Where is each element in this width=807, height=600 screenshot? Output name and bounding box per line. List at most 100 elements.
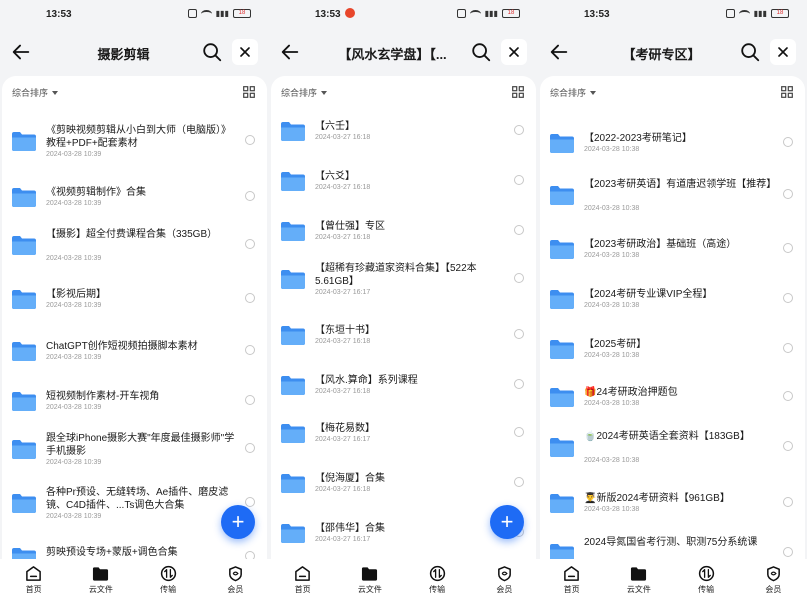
nfc-icon — [725, 9, 735, 18]
nav-tab-label: 会员 — [496, 585, 513, 594]
select-radio[interactable] — [514, 329, 524, 339]
select-radio[interactable] — [783, 137, 793, 147]
item-date: 2024-03-28 10:39 — [46, 354, 102, 361]
nav-tab-home[interactable]: 首页 — [0, 559, 67, 600]
nav-tab-home[interactable]: 首页 — [269, 559, 336, 600]
select-radio[interactable] — [245, 551, 255, 559]
select-radio[interactable] — [783, 189, 793, 199]
file-list-card: 综合排序 【2022-2023考研笔记】 2024-03-28 10:38 【202… — [540, 76, 805, 559]
nav-tab-label: 首页 — [25, 585, 42, 594]
nav-tab-cloud-folder[interactable]: 云文件 — [336, 559, 403, 600]
battery-icon: 18 — [233, 9, 251, 18]
list-item[interactable]: 🍵2024考研英语全套资料【183GB】 2024-03-28 10:38 — [540, 422, 805, 470]
list-item[interactable]: 《剪映视频剪辑从小白到大师（电脑版）》教程+PDF+配套素材 2024-03-28… — [2, 116, 267, 164]
sort-dropdown[interactable]: 综合排序 — [281, 86, 328, 99]
select-radio[interactable] — [514, 225, 524, 235]
nfc-icon — [456, 9, 466, 18]
search-icon[interactable] — [739, 41, 761, 63]
item-name: 【2025考研】 — [584, 339, 647, 350]
grid-view-icon[interactable] — [781, 86, 793, 98]
list-item[interactable]: ChatGPT创作短视频拍摄脚本素材 2024-03-28 10:39 — [2, 326, 267, 374]
select-radio[interactable] — [783, 293, 793, 303]
select-radio[interactable] — [783, 391, 793, 401]
list-item[interactable]: 【2025考研】 2024-03-28 10:38 — [540, 324, 805, 372]
select-radio[interactable] — [514, 379, 524, 389]
nav-tab-transfer[interactable]: 传输 — [404, 559, 471, 600]
list-item[interactable]: 👨‍🎓新版2024考研资料【961GB】 2024-03-28 10:38 — [540, 478, 805, 526]
list-item[interactable]: 🎁24考研政治押题包 2024-03-28 10:38 — [540, 372, 805, 420]
folder-icon — [550, 186, 574, 205]
item-name: 👨‍🎓新版2024考研资料【961GB】 — [584, 493, 730, 504]
select-radio[interactable] — [514, 273, 524, 283]
list-item[interactable]: 【2023考研政治】基础班（高途） 2024-03-28 10:38 — [540, 224, 805, 272]
select-radio[interactable] — [514, 477, 524, 487]
sort-dropdown[interactable]: 综合排序 — [550, 86, 597, 99]
nav-tab-member[interactable]: 会员 — [471, 559, 538, 600]
list-item[interactable]: 剪映预设专场+蒙版+调色合集 — [2, 532, 267, 559]
screen-fengshui: 13:53 ▮▮▮ 18 【风水玄学盘】【... 综合排序 【六壬】 2024-0… — [269, 0, 538, 600]
top-bar: 摄影剪辑 — [0, 30, 269, 76]
list-item[interactable]: 跟全球iPhone摄影大赛"年度最佳摄影师"学手机摄影 2024-03-28 10… — [2, 424, 267, 472]
list-item[interactable]: 【超稀有珍藏道家资料合集】【522本5.61GB】 2024-03-27 16:1… — [271, 254, 536, 302]
folder-icon — [12, 236, 36, 255]
select-radio[interactable] — [245, 135, 255, 145]
select-radio[interactable] — [783, 343, 793, 353]
list-item[interactable]: 【东垣十书】 2024-03-27 16:18 — [271, 310, 536, 358]
select-radio[interactable] — [783, 441, 793, 451]
select-radio[interactable] — [783, 243, 793, 253]
grid-view-icon[interactable] — [243, 86, 255, 98]
list-item[interactable]: 【六壬】 2024-03-27 16:18 — [271, 106, 536, 154]
add-fab-button[interactable]: + — [221, 505, 255, 539]
transfer-icon — [429, 565, 446, 582]
item-date: 2024-03-27 16:18 — [315, 338, 371, 345]
select-radio[interactable] — [245, 395, 255, 405]
list-item[interactable]: 【2024考研专业课VIP全程】 2024-03-28 10:38 — [540, 274, 805, 322]
list-item[interactable]: 【梅花易数】 2024-03-27 16:17 — [271, 408, 536, 456]
select-radio[interactable] — [514, 175, 524, 185]
status-icons: ▮▮▮ 18 — [725, 9, 789, 18]
home-icon — [563, 565, 580, 582]
list-item[interactable]: 【2023考研英语】有道唐迟领学班【推荐】 2024-03-28 10:38 — [540, 170, 805, 218]
back-arrow-icon[interactable] — [279, 41, 301, 63]
back-arrow-icon[interactable] — [548, 41, 570, 63]
nav-tab-member[interactable]: 会员 — [740, 559, 807, 600]
select-radio[interactable] — [783, 547, 793, 557]
back-arrow-icon[interactable] — [10, 41, 32, 63]
nav-tab-member[interactable]: 会员 — [202, 559, 269, 600]
item-name: 【六爻】 — [315, 171, 355, 182]
add-fab-button[interactable]: + — [490, 505, 524, 539]
select-radio[interactable] — [783, 497, 793, 507]
nav-tab-transfer[interactable]: 传输 — [135, 559, 202, 600]
select-radio[interactable] — [245, 443, 255, 453]
list-item[interactable]: 【风水.算命】系列课程 2024-03-27 16:18 — [271, 360, 536, 408]
select-radio[interactable] — [514, 125, 524, 135]
list-item[interactable]: 短视频制作素材-开车视角 2024-03-28 10:39 — [2, 376, 267, 424]
select-radio[interactable] — [514, 427, 524, 437]
select-radio[interactable] — [245, 345, 255, 355]
select-radio[interactable] — [245, 497, 255, 507]
close-button[interactable] — [770, 39, 796, 65]
list-item[interactable]: 《视频剪辑制作》合集 2024-03-28 10:39 — [2, 172, 267, 220]
select-radio[interactable] — [245, 191, 255, 201]
search-icon[interactable] — [470, 41, 492, 63]
folder-icon — [281, 122, 305, 141]
home-icon — [294, 565, 311, 582]
list-item[interactable]: 【2022-2023考研笔记】 2024-03-28 10:38 — [540, 118, 805, 166]
grid-view-icon[interactable] — [512, 86, 524, 98]
list-item[interactable]: 【六爻】 2024-03-27 16:18 — [271, 156, 536, 204]
list-item[interactable]: 2024导氮国省考行测、职测75分系统课 — [540, 528, 805, 559]
search-icon[interactable] — [201, 41, 223, 63]
close-button[interactable] — [501, 39, 527, 65]
nav-tab-cloud-folder[interactable]: 云文件 — [605, 559, 672, 600]
list-item[interactable]: 【摄影】超全付费课程合集（335GB） 2024-03-28 10:39 — [2, 220, 267, 268]
nav-tab-cloud-folder[interactable]: 云文件 — [67, 559, 134, 600]
list-item[interactable]: 【曾仕强】专区 2024-03-27 16:18 — [271, 206, 536, 254]
select-radio[interactable] — [245, 239, 255, 249]
sort-dropdown[interactable]: 综合排序 — [12, 86, 59, 99]
nav-tab-transfer[interactable]: 传输 — [673, 559, 740, 600]
nav-tab-home[interactable]: 首页 — [538, 559, 605, 600]
close-button[interactable] — [232, 39, 258, 65]
list-item[interactable]: 【影视后期】 2024-03-28 10:39 — [2, 274, 267, 322]
select-radio[interactable] — [245, 293, 255, 303]
list-item[interactable]: 【倪海厦】合集 2024-03-27 16:18 — [271, 458, 536, 506]
